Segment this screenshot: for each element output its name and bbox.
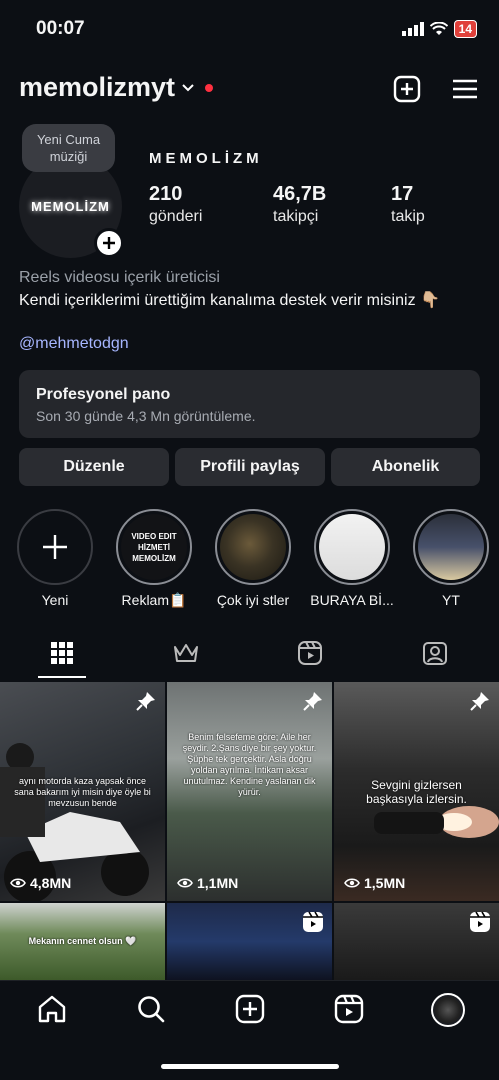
account-switcher[interactable]: memolizmyt (19, 72, 214, 103)
nav-home[interactable] (36, 993, 68, 1025)
professional-dashboard[interactable]: Profesyonel pano Son 30 günde 4,3 Mn gör… (19, 370, 480, 438)
reels-icon (298, 641, 322, 665)
view-count: 1,1MN (177, 875, 238, 891)
highlight-new[interactable]: Yeni (17, 509, 93, 608)
status-icons: 14 (401, 20, 477, 38)
pin-icon (303, 692, 322, 711)
active-tab-indicator (38, 676, 86, 678)
eye-icon (344, 878, 360, 888)
highlight-yt[interactable]: YT (413, 509, 489, 608)
followers-label[interactable]: takipçi (273, 208, 318, 226)
grid-icon (51, 642, 73, 664)
profile-category: Reels videosu içerik üreticisi (19, 269, 220, 286)
highlight-label: Yeni (41, 592, 69, 608)
reels-icon (470, 911, 490, 932)
signal-icon (401, 22, 424, 36)
view-count-value: 4,8MN (30, 875, 72, 891)
view-count: 4,8MN (10, 875, 71, 891)
tab-subscriber-content[interactable] (171, 638, 201, 668)
chevron-down-icon (182, 83, 194, 91)
tab-tagged[interactable] (420, 638, 450, 668)
menu-button[interactable] (450, 74, 480, 104)
dashboard-subtitle: Son 30 günde 4,3 Mn görüntüleme. (36, 408, 256, 424)
home-icon (38, 995, 66, 1023)
highlight-ring (215, 509, 291, 585)
highlight-label: Çok iyi stler (216, 592, 290, 608)
post-tile[interactable]: Sevgini gizlersen başkasıyla izlersin. 1… (334, 682, 499, 901)
highlight-ring (413, 509, 489, 585)
search-icon (138, 996, 165, 1023)
plus-square-icon (393, 75, 421, 103)
hamburger-icon (453, 79, 477, 99)
view-count: 1,5MN (344, 875, 405, 891)
notification-dot (205, 83, 214, 92)
posts-count: 210 (149, 183, 183, 205)
post-caption: Benim felsefeme göre; Aile her şeydir. 2… (182, 732, 317, 797)
display-name: MEMOLİZM (149, 150, 263, 167)
highlight-ring (314, 509, 390, 585)
following-label[interactable]: takip (391, 208, 425, 226)
highlight-label: Reklam📋 (121, 592, 187, 608)
plus-icon (43, 535, 67, 559)
nav-profile[interactable] (431, 993, 465, 1027)
dashboard-title: Profesyonel pano (36, 386, 171, 403)
post-caption: aynı motorda kaza yapsak önce sana bakar… (14, 776, 151, 808)
add-story-button[interactable] (94, 228, 124, 258)
create-button[interactable] (392, 74, 422, 104)
view-count-value: 1,1MN (197, 875, 239, 891)
post-tile[interactable] (334, 903, 499, 980)
avatar-logo: MEMOLİZM (31, 199, 110, 214)
tab-reels[interactable] (295, 638, 325, 668)
highlight-cover (319, 514, 385, 580)
edit-profile-button[interactable]: Düzenle (19, 448, 169, 486)
nav-reels[interactable] (333, 993, 365, 1025)
posts-label: gönderi (149, 208, 203, 225)
post-tile[interactable] (167, 903, 332, 980)
nav-create[interactable] (234, 993, 266, 1025)
battery-indicator: 14 (453, 20, 477, 38)
post-tile[interactable]: aynı motorda kaza yapsak önce sana bakar… (0, 682, 165, 901)
post-tile[interactable]: Mekanın cennet olsun 🤍 (0, 903, 165, 980)
reels-icon (334, 994, 364, 1024)
profile-avatar (435, 997, 461, 1023)
plus-icon (103, 237, 115, 249)
followers-count[interactable]: 46,7B (273, 183, 326, 206)
highlight-cover (418, 514, 484, 580)
note-bubble[interactable]: Yeni Cuma müziği (22, 124, 115, 172)
create-icon (235, 994, 265, 1024)
wifi-icon (429, 22, 448, 35)
highlight-label: BURAYA Bİ... (310, 592, 394, 608)
pin-icon (136, 692, 155, 711)
highlight-cover (220, 514, 286, 580)
pin-icon (470, 692, 489, 711)
tagged-icon (423, 642, 447, 665)
highlight-ring: VIDEO EDIT HİZMETİ MEMOLİZM (116, 509, 192, 585)
highlight-ring (17, 509, 93, 585)
post-tile[interactable]: Benim felsefeme göre; Aile her şeydir. 2… (167, 682, 332, 901)
reels-icon (303, 911, 323, 932)
profile-bio: Kendi içeriklerimi ürettiğim kanalıma de… (19, 292, 440, 309)
post-caption: Mekanın cennet olsun 🤍 (28, 936, 137, 946)
nav-search[interactable] (135, 993, 167, 1025)
bio-link[interactable]: @mehmetodgn (19, 335, 129, 353)
highlight-cok-iyi-stler[interactable]: Çok iyi stler (215, 509, 291, 608)
username: memolizmyt (19, 72, 176, 102)
post-caption: Sevgini gizlersen başkasıyla izlersin. (366, 778, 467, 806)
view-count-value: 1,5MN (364, 875, 406, 891)
highlight-label: YT (442, 592, 460, 608)
following-count[interactable]: 17 (391, 183, 413, 206)
subscription-button[interactable]: Abonelik (331, 448, 480, 486)
eye-icon (177, 878, 193, 888)
status-time: 00:07 (36, 18, 85, 39)
highlight-reklam[interactable]: VIDEO EDIT HİZMETİ MEMOLİZM Reklam📋 (116, 509, 192, 609)
highlight-cover: VIDEO EDIT HİZMETİ MEMOLİZM (121, 514, 187, 580)
eye-icon (10, 878, 26, 888)
highlight-buraya[interactable]: BURAYA Bİ... (310, 509, 394, 608)
share-profile-button[interactable]: Profili paylaş (175, 448, 325, 486)
tab-posts-grid[interactable] (47, 638, 77, 668)
home-indicator[interactable] (161, 1064, 339, 1069)
crown-icon (174, 644, 198, 662)
